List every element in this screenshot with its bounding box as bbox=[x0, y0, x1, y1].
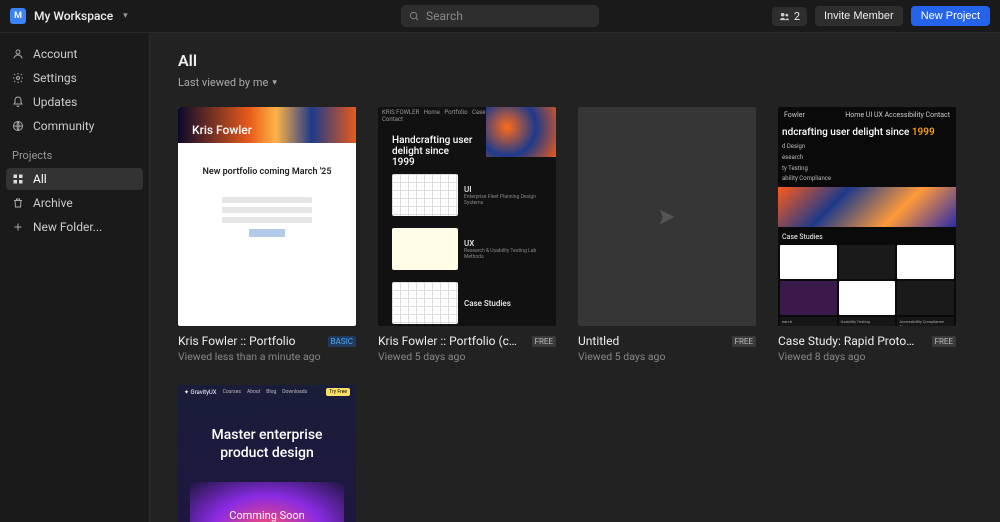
project-thumbnail[interactable]: ✦ GravityUX Courses About Blog Downloads… bbox=[178, 385, 356, 522]
main-content: All Last viewed by me ▾ Kris Fowler New … bbox=[150, 33, 1000, 522]
gear-icon bbox=[12, 72, 24, 84]
project-card[interactable]: Kris Fowler New portfolio coming March '… bbox=[178, 107, 356, 363]
thumb-section-label: UI bbox=[464, 185, 542, 194]
plus-icon bbox=[12, 221, 24, 233]
sidebar-item-label: Archive bbox=[33, 196, 73, 210]
chevron-down-icon: ▾ bbox=[272, 78, 277, 88]
sidebar-item-updates[interactable]: Updates bbox=[6, 91, 143, 113]
thumb-title: Master enterprise product design bbox=[178, 399, 356, 462]
sort-dropdown[interactable]: Last viewed by me ▾ bbox=[178, 76, 972, 89]
workspace-name[interactable]: My Workspace bbox=[34, 9, 113, 23]
project-thumbnail[interactable] bbox=[578, 107, 756, 326]
thumb-section-label: UX bbox=[464, 239, 542, 248]
sidebar-section-projects: Projects bbox=[6, 139, 143, 168]
sidebar-item-account[interactable]: Account bbox=[6, 43, 143, 65]
thumb-soon: Comming Soon bbox=[229, 509, 305, 522]
sidebar-item-label: Account bbox=[33, 47, 77, 61]
member-count: 2 bbox=[794, 10, 800, 23]
thumb-message: New portfolio coming March '25 bbox=[178, 167, 356, 177]
sidebar-item-label: Community bbox=[33, 119, 94, 133]
grid-icon bbox=[12, 173, 24, 185]
project-subtitle: Viewed 5 days ago bbox=[578, 350, 756, 363]
sidebar: Account Settings Updates Community Proje… bbox=[0, 33, 150, 522]
new-project-button[interactable]: New Project bbox=[911, 6, 990, 26]
sort-label: Last viewed by me bbox=[178, 76, 268, 89]
project-card[interactable]: KRIS FOWLER Home Portfolio Case Studies … bbox=[378, 107, 556, 363]
project-thumbnail[interactable]: KRIS FOWLER Home Portfolio Case Studies … bbox=[378, 107, 556, 326]
trash-icon bbox=[12, 197, 24, 209]
sidebar-item-label: New Folder... bbox=[33, 220, 102, 234]
sidebar-item-all[interactable]: All bbox=[6, 168, 143, 190]
search-input[interactable]: Search bbox=[401, 5, 599, 27]
sidebar-item-settings[interactable]: Settings bbox=[6, 67, 143, 89]
sidebar-item-label: Settings bbox=[33, 71, 77, 85]
sidebar-item-label: All bbox=[33, 172, 47, 186]
plan-badge: FREE bbox=[732, 336, 756, 347]
user-icon bbox=[12, 48, 24, 60]
chevron-down-icon[interactable]: ▾ bbox=[123, 11, 128, 21]
sidebar-item-community[interactable]: Community bbox=[6, 115, 143, 137]
thumb-cs-label: Case Studies bbox=[778, 229, 956, 245]
thumb-author: Kris Fowler bbox=[192, 119, 342, 137]
project-card[interactable]: Untitled FREE Viewed 5 days ago bbox=[578, 107, 756, 363]
invite-member-button[interactable]: Invite Member bbox=[815, 6, 903, 26]
plan-badge: BASIC bbox=[328, 336, 356, 347]
project-thumbnail[interactable]: Kris Fowler New portfolio coming March '… bbox=[178, 107, 356, 326]
sidebar-item-archive[interactable]: Archive bbox=[6, 192, 143, 214]
page-title: All bbox=[178, 51, 972, 70]
project-title: Untitled bbox=[578, 334, 619, 348]
search-icon bbox=[409, 11, 420, 22]
project-title: Case Study: Rapid Prototyping bbox=[778, 334, 918, 348]
member-count-button[interactable]: 2 bbox=[772, 7, 807, 26]
bell-icon bbox=[12, 96, 24, 108]
project-card[interactable]: FowlerHome UI UX Accessibility Contact n… bbox=[778, 107, 956, 363]
sidebar-item-label: Updates bbox=[33, 95, 77, 109]
sidebar-item-new-folder[interactable]: New Folder... bbox=[6, 216, 143, 238]
thumb-headline: Handcrafting user delight since 1999 bbox=[378, 125, 488, 168]
workspace-icon[interactable]: M bbox=[10, 8, 26, 24]
project-subtitle: Viewed 5 days ago bbox=[378, 350, 556, 363]
placeholder-icon bbox=[657, 207, 677, 227]
project-subtitle: Viewed 8 days ago bbox=[778, 350, 956, 363]
thumb-brand: Fowler bbox=[784, 111, 805, 119]
project-title: Kris Fowler :: Portfolio (copy) bbox=[378, 334, 518, 348]
plan-badge: FREE bbox=[532, 336, 556, 347]
project-subtitle: Viewed less than a minute ago bbox=[178, 350, 356, 363]
search-placeholder: Search bbox=[426, 9, 463, 23]
globe-icon bbox=[12, 120, 24, 132]
thumb-logo: ✦ GravityUX bbox=[184, 389, 217, 396]
project-title: Kris Fowler :: Portfolio bbox=[178, 334, 296, 348]
people-icon bbox=[779, 11, 790, 22]
project-card[interactable]: ✦ GravityUX Courses About Blog Downloads… bbox=[178, 385, 356, 522]
thumb-section-label: Case Studies bbox=[464, 299, 511, 308]
plan-badge: FREE bbox=[932, 336, 956, 347]
project-thumbnail[interactable]: FowlerHome UI UX Accessibility Contact n… bbox=[778, 107, 956, 326]
